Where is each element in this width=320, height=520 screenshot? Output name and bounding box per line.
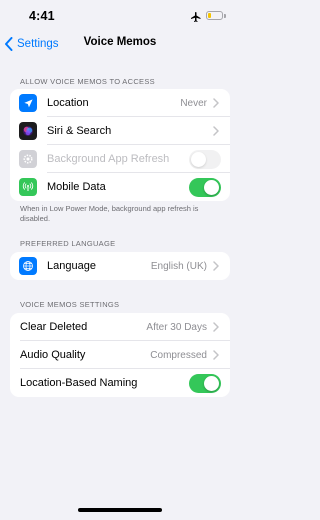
row-label: Language — [47, 260, 96, 272]
row-audio-quality[interactable]: Audio Quality Compressed — [10, 341, 230, 369]
chevron-right-icon — [213, 261, 219, 271]
row-label: Siri & Search — [47, 125, 112, 137]
background-app-refresh-toggle — [189, 149, 221, 169]
row-background-app-refresh: Background App Refresh — [10, 145, 230, 173]
location-arrow-icon — [19, 94, 37, 112]
memos-group: Clear Deleted After 30 Days Audio Qualit… — [10, 313, 230, 397]
row-value: English (UK) — [150, 260, 207, 272]
row-label: Audio Quality — [20, 349, 86, 361]
section-footer-access: When in Low Power Mode, background app r… — [20, 204, 199, 223]
row-siri-search[interactable]: Siri & Search — [10, 117, 230, 145]
section-header-access: ALLOW VOICE MEMOS TO ACCESS — [20, 77, 155, 86]
status-time: 4:41 — [29, 9, 55, 23]
page-title: Voice Memos — [83, 36, 157, 48]
row-label: Clear Deleted — [20, 321, 88, 333]
mobile-data-toggle[interactable] — [189, 177, 221, 197]
battery-icon — [206, 11, 223, 20]
row-label: Location-Based Naming — [20, 377, 138, 389]
row-location-based-naming: Location-Based Naming — [10, 369, 230, 397]
gear-icon — [19, 150, 37, 168]
chevron-right-icon — [213, 126, 219, 136]
row-mobile-data: Mobile Data — [10, 173, 230, 201]
globe-icon — [19, 257, 37, 275]
navigation-bar: Settings Voice Memos — [0, 30, 240, 56]
chevron-right-icon — [213, 98, 219, 108]
siri-icon — [19, 122, 37, 140]
row-location[interactable]: Location Never — [10, 89, 230, 117]
status-bar: 4:41 — [0, 0, 240, 30]
row-clear-deleted[interactable]: Clear Deleted After 30 Days — [10, 313, 230, 341]
row-value: Never — [180, 97, 207, 109]
home-indicator — [78, 508, 162, 512]
airplane-icon — [190, 10, 202, 22]
chevron-right-icon — [213, 322, 219, 332]
row-label: Mobile Data — [47, 181, 106, 193]
row-language[interactable]: Language English (UK) — [10, 252, 230, 280]
chevron-right-icon — [213, 350, 219, 360]
antenna-icon — [19, 178, 37, 196]
location-based-naming-toggle[interactable] — [189, 373, 221, 393]
row-value: After 30 Days — [146, 321, 207, 333]
access-group: Location Never Siri & Search Background … — [10, 89, 230, 201]
language-group: Language English (UK) — [10, 252, 230, 280]
row-label: Location — [47, 97, 89, 109]
section-header-language: PREFERRED LANGUAGE — [20, 239, 116, 248]
row-value: Compressed — [150, 349, 207, 361]
row-label: Background App Refresh — [47, 153, 170, 165]
section-header-memos: VOICE MEMOS SETTINGS — [20, 300, 120, 309]
